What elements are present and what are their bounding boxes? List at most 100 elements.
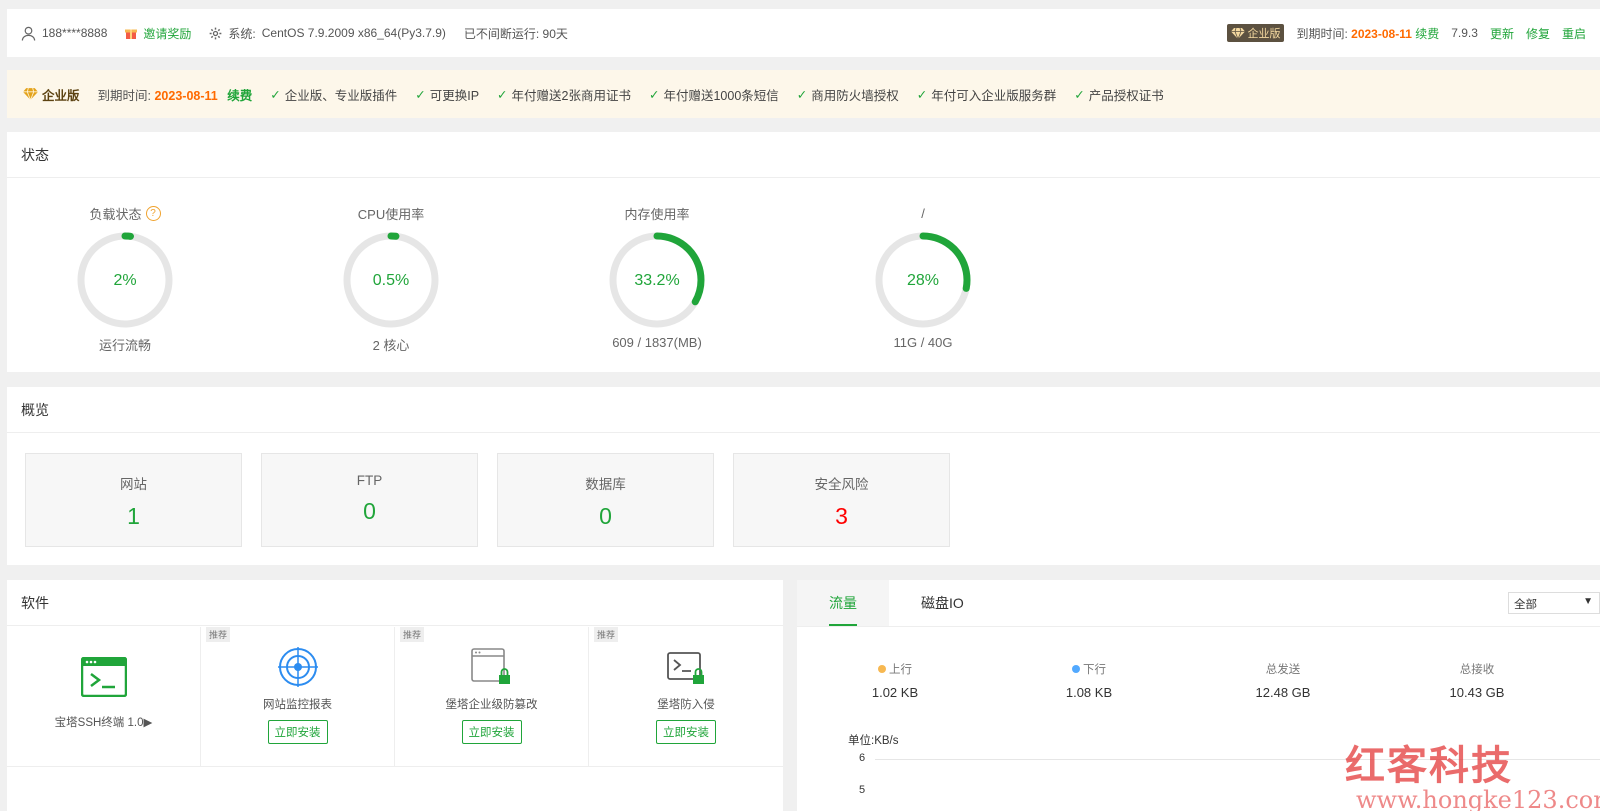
banner-expire-label: 到期时间: <box>97 88 151 103</box>
browser-lock-icon <box>470 648 510 684</box>
gauge-sub: 运行流畅 <box>98 338 151 353</box>
install-button[interactable]: 立即安装 <box>656 720 716 744</box>
download-dot-icon <box>1072 665 1080 673</box>
tab-disk-io[interactable]: 磁盘IO <box>889 580 996 626</box>
software-name: 堡塔企业级防篡改 <box>445 699 538 711</box>
banner-expire: 到期时间: 2023-08-11 续费 <box>98 85 253 104</box>
software-item-site-monitor[interactable]: 推荐 网站监控报表 立即安装 <box>201 627 395 767</box>
card-label: 安全风险 <box>814 477 869 492</box>
diamond-icon <box>23 88 38 100</box>
disk-gauge[interactable]: / 28% 11G / 40G <box>843 204 1003 350</box>
card-value[interactable]: 3 <box>734 503 949 530</box>
check-icon: ✓ <box>916 87 928 102</box>
diamond-icon <box>1231 27 1246 39</box>
terminal-lock-icon <box>667 652 704 684</box>
recommend-tag: 推荐 <box>206 627 231 642</box>
invite-reward-link[interactable]: 邀请奖励 <box>125 25 191 42</box>
panel-version: 7.9.3 <box>1451 26 1478 40</box>
gift-icon <box>125 29 138 39</box>
gauge-label: 负载状态? <box>45 204 205 222</box>
card-label: 网站 <box>120 477 147 492</box>
stat-value: 1.02 KB <box>871 685 919 700</box>
overview-card-database[interactable]: 数据库 0 <box>497 453 714 547</box>
gear-icon <box>210 27 222 39</box>
check-icon: ✓ <box>1074 87 1085 102</box>
user-account[interactable]: 188****8888 <box>21 26 107 41</box>
uptime-text: 已不间断运行: 90天 <box>463 26 568 41</box>
gauge-value: 2% <box>113 272 136 289</box>
user-name: 188****8888 <box>42 26 108 40</box>
tab-traffic[interactable]: 流量 <box>797 580 889 626</box>
watermark-logo: 红客科技 <box>1345 733 1513 791</box>
gauge-ring: 28% <box>875 232 971 328</box>
status-panel: 状态 负载状态? 2% 运行流畅 CPU使用率 0.5% 2 核心 内存使用率 … <box>7 132 1600 372</box>
watermark-text: 红客科技 <box>1345 742 1513 789</box>
overview-card-ftp[interactable]: FTP 0 <box>261 453 478 547</box>
check-icon: ✓ <box>415 87 426 102</box>
stat-label: 总接收 <box>1459 664 1495 676</box>
feature-label: 产品授权证书 <box>1088 88 1164 103</box>
software-item-tamper-proof[interactable]: 推荐 堡塔企业级防篡改 立即安装 <box>395 627 589 767</box>
stat-label: 上行 <box>889 664 912 676</box>
renew-link[interactable]: 续费 <box>1415 27 1439 41</box>
network-select-value: 全部 <box>1514 599 1537 611</box>
card-value[interactable]: 1 <box>26 503 241 530</box>
install-button[interactable]: 立即安装 <box>461 720 522 744</box>
software-item-intrusion-prevention[interactable]: 推荐 堡塔防入侵 立即安装 <box>589 627 783 767</box>
gauge-label: 内存使用率 <box>624 206 690 222</box>
software-name: 网站监控报表 <box>263 699 332 711</box>
gauge-sub: 609 / 1837(MB) <box>612 335 702 350</box>
banner-edition: 企业版 <box>23 85 80 104</box>
feature-item: ✓ 年付赠送1000条短信 <box>649 85 779 104</box>
card-label: FTP <box>356 473 383 488</box>
banner-edition-label: 企业版 <box>42 88 80 103</box>
gauge-value: 0.5% <box>373 272 409 289</box>
system-value: CentOS 7.9.2009 x86_64(Py3.7.9) <box>261 26 446 40</box>
banner-renew-link[interactable]: 续费 <box>227 89 252 103</box>
check-icon: ✓ <box>270 87 281 102</box>
expire-date: 2023-08-11 <box>1351 26 1412 41</box>
expire-info: 到期时间: 2023-08-11 续费 <box>1296 25 1439 42</box>
help-icon[interactable]: ? <box>145 205 161 221</box>
software-name: 宝塔SSH终端 1.0▶ <box>54 717 153 729</box>
restart-link[interactable]: 重启 <box>1562 25 1586 42</box>
check-icon: ✓ <box>648 87 660 102</box>
overview-panel: 概览 网站 1 FTP 0 数据库 0 安全风险 3 <box>7 387 1600 565</box>
software-title: 软件 <box>7 580 783 626</box>
overview-card-security-risk[interactable]: 安全风险 3 <box>733 453 950 547</box>
feature-label: 可更换IP <box>429 88 480 103</box>
load-gauge[interactable]: 负载状态? 2% 运行流畅 <box>45 204 205 354</box>
radar-target-icon <box>277 647 318 687</box>
software-panel: 软件 宝塔SSH终端 1.0▶ 推荐 网站监控报表 立即安装 推荐 堡塔企业级防… <box>7 580 783 811</box>
stat-value: 10.43 GB <box>1449 685 1505 700</box>
feature-label: 年付可入企业版服务群 <box>931 88 1057 103</box>
expire-label: 到期时间: <box>1296 26 1348 41</box>
gauge-ring: 33.2% <box>609 232 705 328</box>
card-value[interactable]: 0 <box>498 503 713 530</box>
enterprise-badge-label: 企业版 <box>1247 28 1281 40</box>
software-name: 堡塔防入侵 <box>657 699 715 711</box>
feature-item: ✓ 年付可入企业版服务群 <box>917 85 1057 104</box>
feature-label: 年付赠送1000条短信 <box>663 88 779 103</box>
chevron-down-icon: ▼ <box>1583 596 1593 607</box>
repair-link[interactable]: 修复 <box>1526 25 1550 42</box>
feature-label: 年付赠送2张商用证书 <box>511 88 631 103</box>
update-link[interactable]: 更新 <box>1490 25 1514 42</box>
software-item-ssh-terminal[interactable]: 宝塔SSH终端 1.0▶ <box>7 627 201 767</box>
stat-value: 12.48 GB <box>1255 685 1311 700</box>
stat-value: 1.08 KB <box>1065 685 1113 700</box>
traffic-tabs: 流量 磁盘IO <box>797 580 1600 627</box>
network-select[interactable]: 全部 ▼ <box>1508 592 1600 614</box>
card-value[interactable]: 0 <box>262 498 477 525</box>
feature-item: ✓ 产品授权证书 <box>1074 85 1164 104</box>
install-button[interactable]: 立即安装 <box>267 720 328 744</box>
stat-label: 总发送 <box>1265 664 1301 676</box>
memory-gauge[interactable]: 内存使用率 33.2% 609 / 1837(MB) <box>577 204 737 350</box>
upload-stat: 上行 1.02 KB <box>815 661 975 700</box>
overview-card-sites[interactable]: 网站 1 <box>25 453 242 547</box>
gauge-label: / <box>921 205 925 221</box>
watermark-url: www.hongke123.com <box>1356 786 1600 811</box>
cpu-gauge[interactable]: CPU使用率 0.5% 2 核心 <box>311 204 471 354</box>
feature-item: ✓ 可更换IP <box>415 85 479 104</box>
gauge-ring: 0.5% <box>343 232 439 328</box>
